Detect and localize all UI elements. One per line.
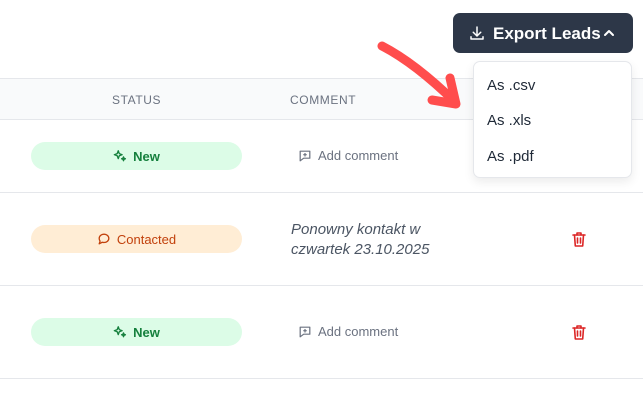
add-comment-icon: [299, 326, 311, 337]
comment-text[interactable]: Ponowny kontakt w czwartek 23.10.2025: [291, 220, 461, 260]
add-comment-label: Add comment: [318, 324, 399, 339]
add-comment-icon: [299, 150, 311, 161]
chevron-up-icon: [604, 30, 614, 36]
add-comment-label: Add comment: [318, 148, 399, 163]
trash-icon[interactable]: [571, 324, 587, 341]
table-row: Contacted Ponowny kontakt w czwartek 23.…: [0, 193, 643, 286]
export-pdf-option[interactable]: As .pdf: [487, 148, 534, 165]
status-badge-contacted[interactable]: Contacted: [31, 225, 242, 253]
comment-column-header: COMMENT: [290, 93, 357, 107]
status-badge-label: Contacted: [116, 231, 177, 247]
export-xls-option[interactable]: As .xls: [487, 112, 531, 129]
status-badge-new[interactable]: New: [31, 142, 242, 170]
sparkles-icon: [113, 150, 127, 162]
add-comment-button[interactable]: Add comment: [298, 148, 398, 163]
chat-bubble-icon: [98, 233, 110, 245]
add-comment-button[interactable]: Add comment: [298, 324, 398, 339]
annotation-arrow-icon: [377, 41, 461, 109]
download-icon: [470, 26, 484, 40]
table-row: New Add comment: [0, 286, 643, 379]
export-leads-label: Export Leads: [493, 24, 601, 43]
sparkles-icon: [113, 326, 127, 338]
export-csv-option[interactable]: As .csv: [487, 77, 535, 94]
trash-icon[interactable]: [571, 231, 587, 248]
export-dropdown-menu: As .csv As .xls As .pdf: [473, 61, 632, 178]
status-badge-label: New: [133, 324, 160, 340]
status-badge-new[interactable]: New: [31, 318, 242, 346]
status-badge-label: New: [133, 148, 160, 164]
status-column-header: STATUS: [112, 93, 162, 107]
export-leads-button[interactable]: Export Leads: [453, 13, 633, 53]
